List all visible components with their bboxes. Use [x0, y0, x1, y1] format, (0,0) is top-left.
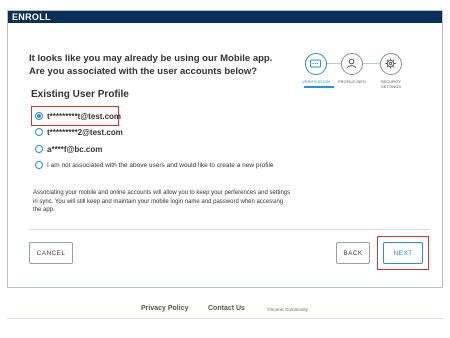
copyright-text: ©Scenic Community — [267, 307, 308, 312]
footer-divider — [7, 318, 443, 319]
verification-icon — [310, 59, 321, 68]
step-verification — [305, 53, 327, 75]
step-label-verification: VERIFICATION — [302, 79, 330, 84]
step-profile-info — [341, 53, 363, 75]
window-title-bar: ENROLL — [8, 11, 442, 23]
gear-icon — [385, 58, 396, 69]
step-label-security-settings: SECURITY SETTINGS — [380, 79, 402, 89]
profile-option-2[interactable]: t*********2@test.com — [35, 126, 123, 138]
progress-stepper: VERIFICATION PROFILE INFO SECURITY SETTI… — [302, 53, 402, 93]
radio-button-selected[interactable] — [35, 112, 43, 120]
radio-button[interactable] — [35, 145, 43, 153]
contact-us-link[interactable]: Contact Us — [208, 305, 245, 312]
profile-option-label: I am not associated with the above users… — [47, 161, 274, 169]
person-icon — [347, 58, 356, 69]
divider — [29, 229, 430, 230]
profile-option-label: a****f@bc.com — [47, 144, 103, 154]
profile-option-1[interactable]: t*********t@test.com — [35, 110, 121, 122]
step-connector — [363, 63, 380, 64]
profile-option-new[interactable]: I am not associated with the above users… — [35, 159, 274, 171]
step-label-profile-info: PROFILE INFO — [338, 79, 366, 84]
back-button[interactable]: BACK — [336, 242, 370, 264]
radio-button[interactable] — [35, 128, 43, 136]
radio-button[interactable] — [35, 161, 43, 169]
profile-option-3[interactable]: a****f@bc.com — [35, 143, 102, 155]
prompt-line-2: Are you associated with the user account… — [29, 66, 258, 77]
prompt-line-1: It looks like you may already be using o… — [29, 53, 273, 64]
profile-option-label: t*********t@test.com — [47, 111, 122, 121]
profile-option-label: t*********2@test.com — [47, 127, 123, 137]
step-security-settings — [380, 53, 402, 75]
active-step-indicator — [304, 86, 334, 88]
next-button-highlight — [377, 236, 429, 270]
privacy-policy-link[interactable]: Privacy Policy — [141, 305, 188, 312]
window-title: ENROLL — [12, 12, 51, 22]
info-text: Associating your mobile and online accou… — [33, 190, 291, 213]
cancel-button[interactable]: CANCEL — [29, 242, 73, 264]
section-title: Existing User Profile — [31, 89, 129, 100]
